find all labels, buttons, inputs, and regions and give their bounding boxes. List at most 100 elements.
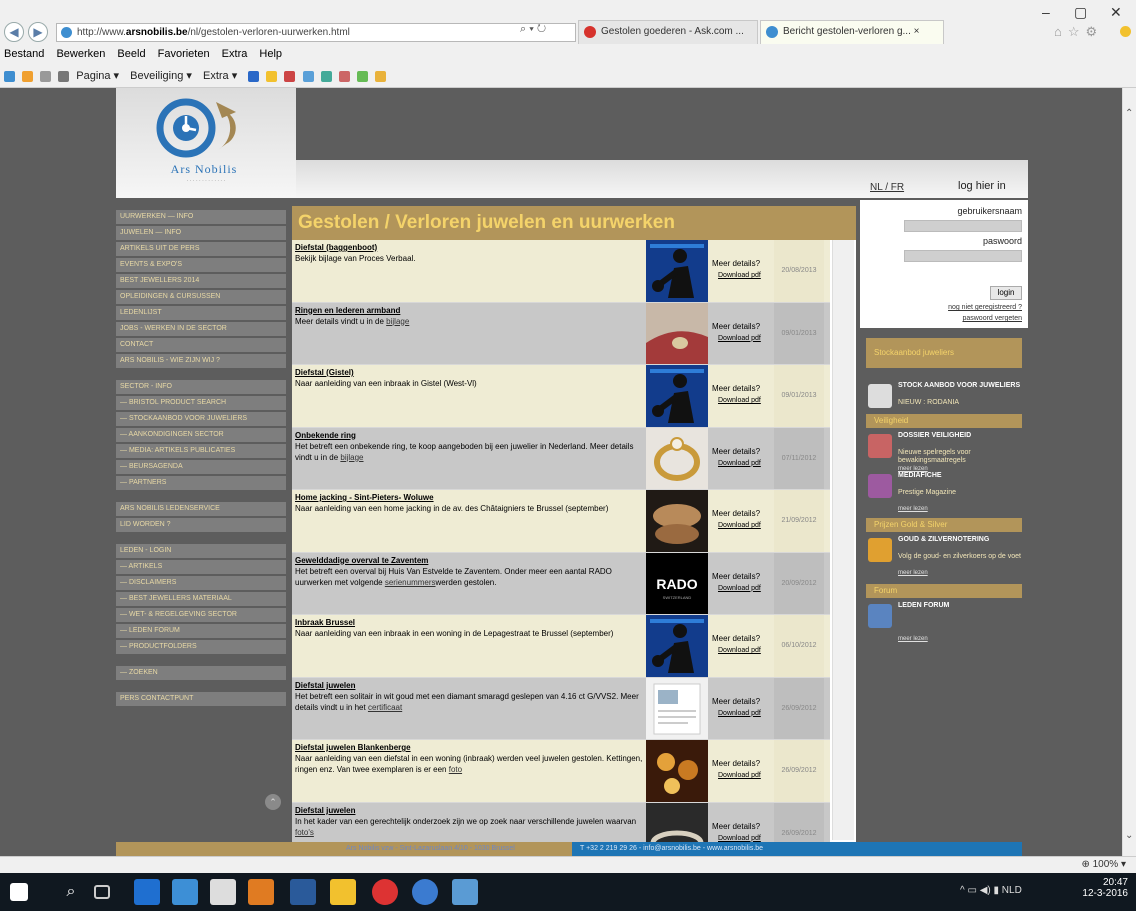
cmd-beveiliging[interactable]: Beveiliging ▾ xyxy=(130,70,192,82)
minimize-icon[interactable]: – xyxy=(1042,4,1050,20)
chrome-icon[interactable] xyxy=(372,879,398,905)
nav-item[interactable]: — PARTNERS xyxy=(116,476,286,490)
ie-icon[interactable] xyxy=(412,879,438,905)
item-thumbnail[interactable] xyxy=(646,240,708,302)
item-link[interactable]: foto's xyxy=(295,828,314,837)
download-pdf-link[interactable]: Download pdf xyxy=(712,520,774,532)
item-thumbnail[interactable] xyxy=(646,302,708,364)
nav-item[interactable]: LEDEN - login xyxy=(116,544,286,558)
addon-icon[interactable] xyxy=(266,70,278,82)
addon-icon[interactable] xyxy=(320,70,332,82)
menu-help[interactable]: Help xyxy=(259,48,282,60)
item-title[interactable]: Diefstal (Gistel) xyxy=(295,367,643,378)
nav-item[interactable]: LEDENLIJST xyxy=(116,306,286,320)
nav-item[interactable]: — LEDEN FORUM xyxy=(116,624,286,638)
search-icon[interactable]: ⌕ xyxy=(58,879,84,905)
scroll-down-icon[interactable]: ⌄ xyxy=(1125,830,1133,841)
clock[interactable]: 20:47 12-3-2016 xyxy=(1082,877,1128,899)
item-title[interactable]: Diefstal juwelen xyxy=(295,805,643,816)
nav-item[interactable]: — WET- & REGELGEVING SECTOR xyxy=(116,608,286,622)
maximize-icon[interactable]: ▢ xyxy=(1074,4,1087,21)
nav-item[interactable]: OPLEIDINGEN & CURSUSSEN xyxy=(116,290,286,304)
item-link[interactable]: bijlage xyxy=(386,317,409,326)
item-link[interactable]: bijlage xyxy=(340,453,363,462)
cmd-extra[interactable]: Extra ▾ xyxy=(203,70,237,82)
item-title[interactable]: Onbekende ring xyxy=(295,430,643,441)
nav-item[interactable]: — STOCKAANBOD voor juweliers xyxy=(116,412,286,426)
home-star-gear-icons[interactable]: ⌂☆⚙ xyxy=(1054,24,1103,40)
item-thumbnail[interactable] xyxy=(646,490,708,552)
menu-bestand[interactable]: Bestand xyxy=(4,48,44,60)
username-input[interactable] xyxy=(904,220,1022,232)
task-view-icon[interactable] xyxy=(94,885,110,899)
back-button[interactable]: ◀ xyxy=(4,22,24,42)
item-link[interactable]: certificaat xyxy=(368,703,402,712)
tab-arsnobilis[interactable]: Bericht gestolen-verloren g... × xyxy=(760,20,944,44)
nav-item[interactable]: PERS CONTACTPUNT xyxy=(116,692,286,706)
scroll-up-icon[interactable]: ⌃ xyxy=(1125,108,1133,119)
addon-icon[interactable] xyxy=(338,70,350,82)
nav-item[interactable]: — Bristol PRODUCT SEARCH xyxy=(116,396,286,410)
nav-item[interactable]: CONTACT xyxy=(116,338,286,352)
download-pdf-link[interactable]: Download pdf xyxy=(712,645,774,657)
addon-icon[interactable] xyxy=(284,70,296,82)
edge-icon[interactable] xyxy=(134,879,160,905)
login-button[interactable]: login xyxy=(990,286,1022,300)
input-language[interactable]: NLD xyxy=(1002,885,1022,896)
item-thumbnail[interactable] xyxy=(646,365,708,427)
nav-item[interactable]: JOBS - WERKEN IN DE SECTOR xyxy=(116,322,286,336)
nav-item[interactable]: — MEDIA: Artikels PUBLICATIES xyxy=(116,444,286,458)
nav-item[interactable]: LID WORDEN ? xyxy=(116,518,286,532)
download-pdf-link[interactable]: Download pdf xyxy=(712,583,774,595)
download-pdf-link[interactable]: Download pdf xyxy=(712,270,774,282)
item-link[interactable]: serienummers xyxy=(385,578,436,587)
item-thumbnail[interactable] xyxy=(646,427,708,489)
close-icon[interactable]: ✕ xyxy=(1110,4,1122,21)
nav-item[interactable]: ARS NOBILIS - WIE ZIJN WIJ ? xyxy=(116,354,286,368)
nav-item[interactable]: — DISCLAIMERS xyxy=(116,576,286,590)
addon-icon[interactable] xyxy=(302,70,314,82)
nav-item[interactable]: — BEURSAGENDA xyxy=(116,460,286,474)
language-switch[interactable]: NL / FR xyxy=(870,182,904,193)
zoom-level[interactable]: ⊕ 100% ▾ xyxy=(1081,859,1126,870)
item-title[interactable]: Diefstal juwelen xyxy=(295,680,643,691)
password-input[interactable] xyxy=(904,250,1022,262)
login-link[interactable]: log hier in xyxy=(958,180,1006,192)
tab-ask[interactable]: Gestolen goederen - Ask.com ... xyxy=(578,20,758,44)
ad-more-link[interactable]: meer lezen xyxy=(898,506,928,512)
nav-item[interactable]: JUWELEN — INFO xyxy=(116,226,286,240)
word-icon[interactable] xyxy=(290,879,316,905)
menu-bewerken[interactable]: Bewerken xyxy=(56,48,105,60)
nav-item[interactable]: BEST JEWELLERS 2014 xyxy=(116,274,286,288)
download-pdf-link[interactable]: Download pdf xyxy=(712,708,774,720)
print-icon[interactable] xyxy=(58,70,70,82)
item-title[interactable]: Diefstal juwelen Blankenberge xyxy=(295,742,643,753)
mail-icon[interactable] xyxy=(40,70,52,82)
help-icon[interactable] xyxy=(248,70,260,82)
forgot-password-link[interactable]: paswoord vergeten xyxy=(962,315,1022,322)
item-link[interactable]: foto xyxy=(449,765,462,774)
nav-item[interactable]: — PRODUCTFOLDERS xyxy=(116,640,286,654)
nav-item[interactable]: ARTIKELS UIT DE PERS xyxy=(116,242,286,256)
item-title[interactable]: Home jacking - Sint-Pieters- Woluwe xyxy=(295,492,643,503)
item-title[interactable]: Diefstal (baggenboot) xyxy=(295,242,643,253)
sidebar-ad[interactable]: MEDIAFICHE Prestige Magazine meer lezen xyxy=(868,472,1024,516)
item-thumbnail[interactable] xyxy=(646,740,708,802)
download-pdf-link[interactable]: Download pdf xyxy=(712,458,774,470)
nav-item[interactable]: ARS NOBILIS LEDENSERVICE xyxy=(116,502,286,516)
nav-item[interactable]: — ARTIKELS xyxy=(116,560,286,574)
explorer-icon[interactable] xyxy=(172,879,198,905)
store-icon[interactable] xyxy=(210,879,236,905)
menu-favorieten[interactable]: Favorieten xyxy=(158,48,210,60)
download-pdf-link[interactable]: Download pdf xyxy=(712,333,774,345)
media-icon[interactable] xyxy=(248,879,274,905)
item-title[interactable]: Gewelddadige overval te Zaventem xyxy=(295,555,643,566)
start-windows-icon[interactable] xyxy=(10,883,28,901)
register-link[interactable]: nog niet geregistreerd ? xyxy=(948,304,1022,311)
content-scrollbar[interactable] xyxy=(832,240,854,840)
menu-beeld[interactable]: Beeld xyxy=(117,48,145,60)
forward-button[interactable]: ▶ xyxy=(28,22,48,42)
download-pdf-link[interactable]: Download pdf xyxy=(712,395,774,407)
item-title[interactable]: Ringen en lederen armband xyxy=(295,305,643,316)
menu-extra[interactable]: Extra xyxy=(222,48,248,60)
